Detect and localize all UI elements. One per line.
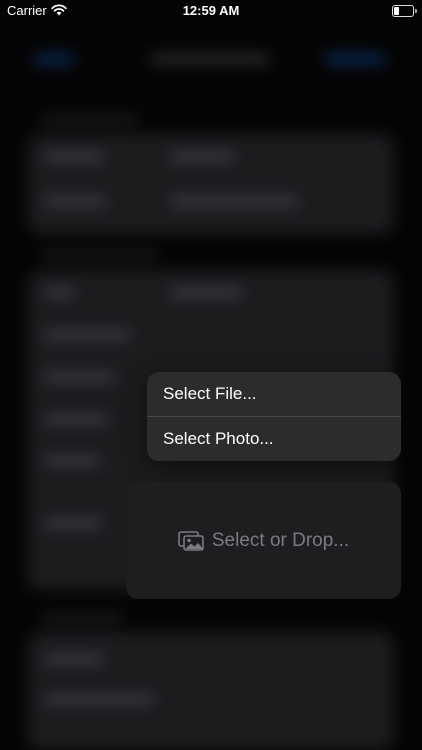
blurred-nav-title — [150, 54, 270, 64]
battery-icon — [392, 5, 417, 17]
select-photo-menu-item[interactable]: Select Photo... — [147, 417, 401, 461]
status-bar: Carrier 12:59 AM — [0, 0, 422, 24]
blurred-section-header-2 — [42, 250, 157, 258]
blurred-section-header — [42, 116, 137, 124]
drop-zone-content: Select or Drop... — [178, 530, 349, 552]
select-source-menu: Select File... Select Photo... — [147, 372, 401, 461]
blurred-card-1 — [28, 134, 394, 234]
blurred-nav-back — [34, 54, 74, 64]
drop-zone-label: Select or Drop... — [211, 529, 350, 551]
clock: 12:59 AM — [182, 3, 240, 18]
drop-zone[interactable]: Select or Drop... — [126, 482, 401, 599]
blurred-nav-action — [325, 54, 385, 64]
blurred-section-header-3 — [42, 614, 122, 622]
blurred-card-3 — [28, 632, 394, 750]
select-file-menu-item[interactable]: Select File... — [147, 372, 401, 416]
photos-icon — [178, 530, 204, 551]
